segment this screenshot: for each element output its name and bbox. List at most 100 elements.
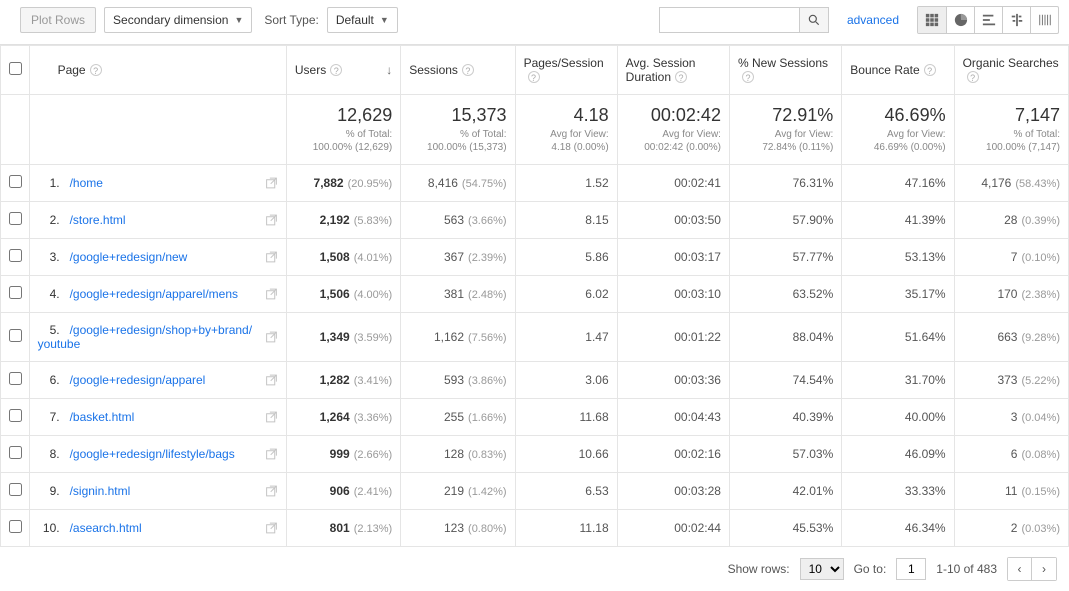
summary-users: 12,629% of Total:100.00% (12,629) (286, 95, 400, 165)
external-link-icon[interactable] (265, 485, 278, 498)
advanced-link[interactable]: advanced (847, 13, 899, 27)
col-page[interactable]: Page? (29, 46, 286, 95)
page-cell[interactable]: 3./google+redesign/new (29, 239, 286, 276)
search-button[interactable] (799, 7, 829, 33)
row-checkbox[interactable] (9, 446, 22, 459)
row-checkbox[interactable] (9, 329, 22, 342)
view-pie-icon[interactable] (946, 7, 974, 33)
prev-page-button[interactable]: ‹ (1008, 558, 1032, 580)
goto-input[interactable] (896, 558, 926, 580)
new-sessions-cell: 63.52% (729, 276, 841, 313)
select-all-checkbox[interactable] (9, 62, 22, 75)
row-checkbox[interactable] (9, 286, 22, 299)
users-cell: 1,282(3.41%) (286, 362, 400, 399)
organic-cell: 11(0.15%) (954, 473, 1068, 510)
col-bounce-rate[interactable]: Bounce Rate? (842, 46, 954, 95)
view-bar-icon[interactable] (974, 7, 1002, 33)
row-checkbox[interactable] (9, 520, 22, 533)
external-link-icon[interactable] (265, 331, 278, 344)
summary-sessions: 15,373% of Total:100.00% (15,373) (401, 95, 515, 165)
external-link-icon[interactable] (265, 522, 278, 535)
sort-type-dropdown[interactable]: Default ▼ (327, 7, 398, 33)
row-index: 6. (38, 373, 60, 387)
help-icon[interactable]: ? (675, 71, 687, 83)
col-organic[interactable]: Organic Searches? (954, 46, 1068, 95)
new-sessions-cell: 42.01% (729, 473, 841, 510)
help-icon[interactable]: ? (924, 64, 936, 76)
view-pivot-icon[interactable] (1030, 7, 1058, 33)
row-checkbox[interactable] (9, 409, 22, 422)
pps-cell: 6.53 (515, 473, 617, 510)
pps-cell: 1.52 (515, 165, 617, 202)
bounce-cell: 46.09% (842, 436, 954, 473)
row-checkbox[interactable] (9, 212, 22, 225)
bounce-cell: 31.70% (842, 362, 954, 399)
duration-cell: 00:01:22 (617, 313, 729, 362)
col-avg-duration[interactable]: Avg. Session Duration? (617, 46, 729, 95)
row-index: 4. (38, 287, 60, 301)
page-cell[interactable]: 1./home (29, 165, 286, 202)
goto-label: Go to: (854, 562, 887, 576)
view-table-icon[interactable] (918, 7, 946, 33)
bounce-cell: 35.17% (842, 276, 954, 313)
show-rows-select[interactable]: 10 (800, 558, 844, 580)
page-path: /store.html (70, 213, 126, 227)
page-cell[interactable]: 4./google+redesign/apparel/mens (29, 276, 286, 313)
secondary-dimension-dropdown[interactable]: Secondary dimension ▼ (104, 7, 252, 33)
sessions-cell: 367(2.39%) (401, 239, 515, 276)
row-checkbox-cell (1, 202, 30, 239)
table-row: 4./google+redesign/apparel/mens1,506(4.0… (1, 276, 1069, 313)
col-users[interactable]: Users?↓ (286, 46, 400, 95)
help-icon[interactable]: ? (967, 71, 979, 83)
page-cell[interactable]: 8./google+redesign/lifestyle/bags (29, 436, 286, 473)
external-link-icon[interactable] (265, 448, 278, 461)
help-icon[interactable]: ? (528, 71, 540, 83)
col-sessions[interactable]: Sessions? (401, 46, 515, 95)
help-icon[interactable]: ? (90, 64, 102, 76)
next-page-button[interactable]: › (1032, 558, 1056, 580)
row-checkbox[interactable] (9, 175, 22, 188)
external-link-icon[interactable] (265, 411, 278, 424)
bounce-cell: 40.00% (842, 399, 954, 436)
help-icon[interactable]: ? (462, 64, 474, 76)
organic-cell: 3(0.04%) (954, 399, 1068, 436)
sessions-cell: 593(3.86%) (401, 362, 515, 399)
select-all-header[interactable] (1, 46, 30, 95)
table-row: 5./google+redesign/shop+by+brand/youtube… (1, 313, 1069, 362)
page-path: /google+redesign/lifestyle/bags (70, 447, 235, 461)
external-link-icon[interactable] (265, 177, 278, 190)
help-icon[interactable]: ? (330, 64, 342, 76)
row-checkbox[interactable] (9, 372, 22, 385)
bounce-cell: 47.16% (842, 165, 954, 202)
row-checkbox[interactable] (9, 483, 22, 496)
col-pages-session[interactable]: Pages/Session? (515, 46, 617, 95)
summary-row: 12,629% of Total:100.00% (12,629) 15,373… (1, 95, 1069, 165)
search-input[interactable] (659, 7, 799, 33)
organic-cell: 373(5.22%) (954, 362, 1068, 399)
page-cell[interactable]: 9./signin.html (29, 473, 286, 510)
users-cell: 801(2.13%) (286, 510, 400, 547)
show-rows-label: Show rows: (728, 562, 790, 576)
external-link-icon[interactable] (265, 374, 278, 387)
page-cell[interactable]: 6./google+redesign/apparel (29, 362, 286, 399)
page-cell[interactable]: 5./google+redesign/shop+by+brand/youtube (29, 313, 286, 362)
external-link-icon[interactable] (265, 214, 278, 227)
pps-cell: 3.06 (515, 362, 617, 399)
external-link-icon[interactable] (265, 251, 278, 264)
external-link-icon[interactable] (265, 288, 278, 301)
duration-cell: 00:02:41 (617, 165, 729, 202)
help-icon[interactable]: ? (742, 71, 754, 83)
summary-organic: 7,147% of Total:100.00% (7,147) (954, 95, 1068, 165)
page-cell[interactable]: 2. /store.html (29, 202, 286, 239)
new-sessions-cell: 57.90% (729, 202, 841, 239)
row-index: 2. (38, 213, 60, 227)
col-new-sessions[interactable]: % New Sessions? (729, 46, 841, 95)
users-cell: 2,192(5.83%) (286, 202, 400, 239)
row-checkbox-cell (1, 436, 30, 473)
duration-cell: 00:03:50 (617, 202, 729, 239)
row-checkbox[interactable] (9, 249, 22, 262)
page-cell[interactable]: 7./basket.html (29, 399, 286, 436)
page-cell[interactable]: 10./asearch.html (29, 510, 286, 547)
view-comparison-icon[interactable] (1002, 7, 1030, 33)
view-switcher (917, 6, 1059, 34)
